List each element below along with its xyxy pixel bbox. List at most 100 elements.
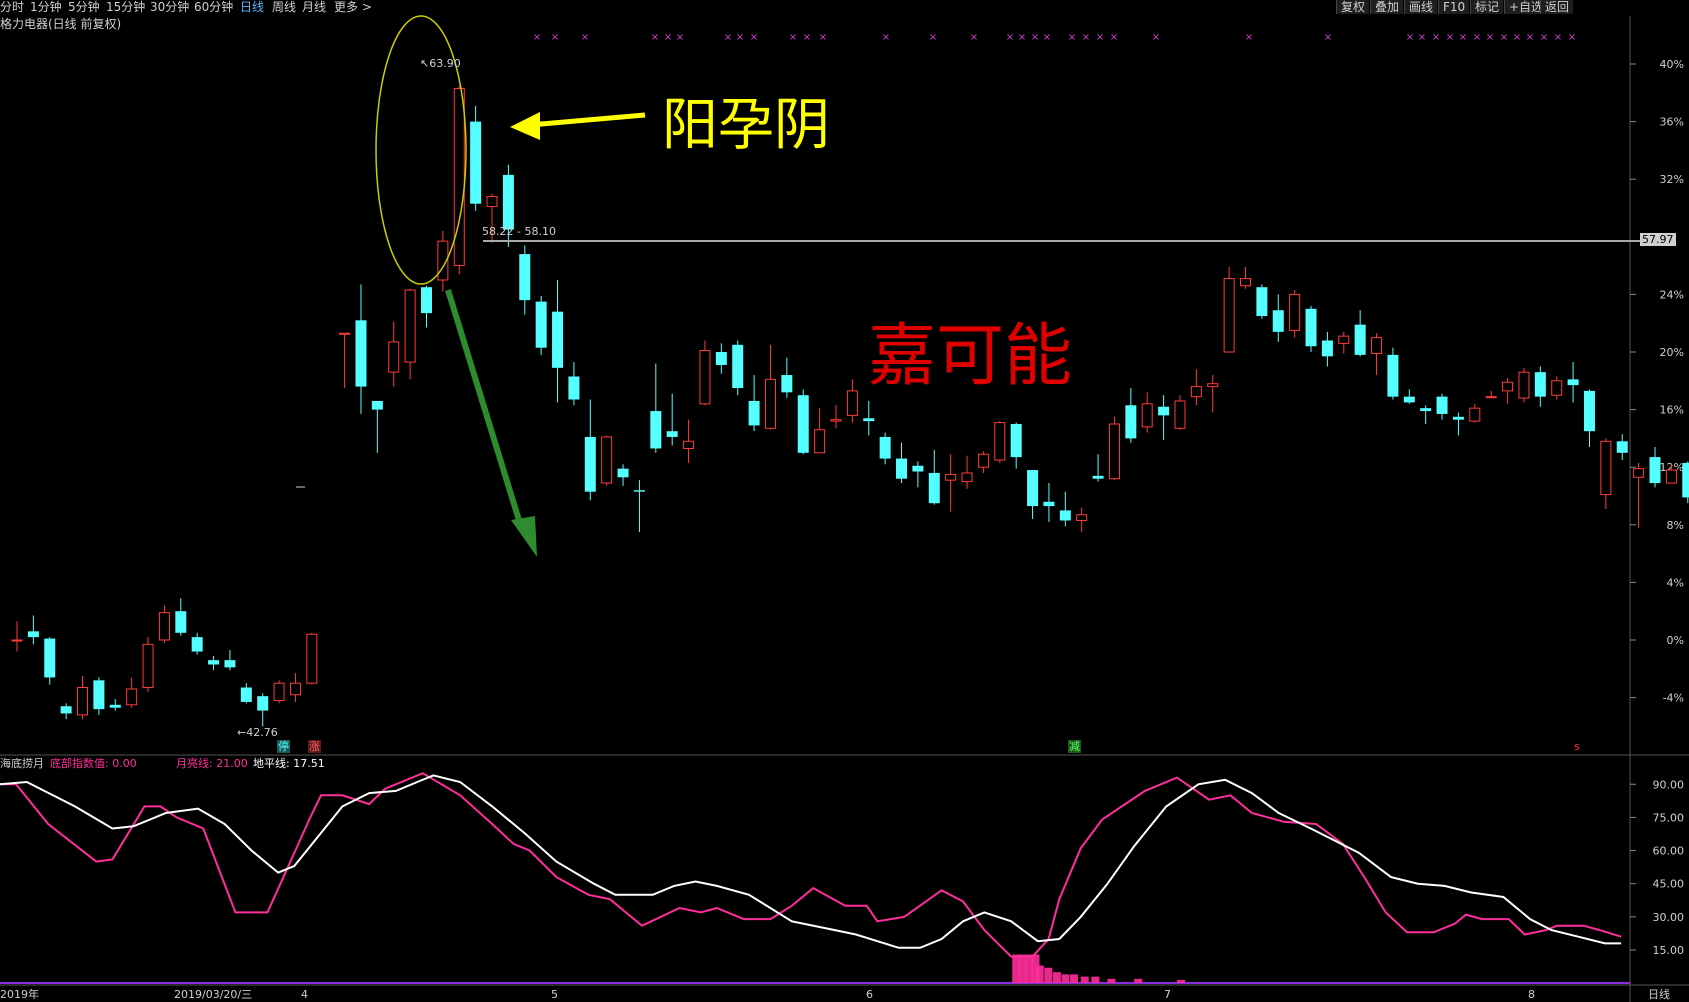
candle: [633, 480, 645, 532]
candle-body: [1272, 310, 1284, 332]
candle-body: [224, 660, 236, 668]
candle-body: [1469, 407, 1481, 422]
candle: [1534, 366, 1546, 407]
candle: [175, 598, 187, 636]
candle-body: [453, 87, 465, 267]
ground-line-series: [0, 774, 1622, 949]
signal-marker: ×: [803, 32, 811, 43]
candle-body: [208, 660, 220, 665]
candle: [519, 245, 531, 315]
candle-body: [273, 682, 285, 701]
x-label-jun: 6: [866, 988, 873, 1001]
candle: [470, 105, 482, 211]
candle: [27, 615, 39, 645]
candle: [1338, 331, 1350, 354]
candle: [1158, 395, 1170, 440]
osc-tick-label: 15.00: [1653, 944, 1685, 957]
signal-marker: ×: [676, 32, 684, 43]
y-tick-label: 24%: [1660, 288, 1684, 301]
osc-tick-label: 30.00: [1653, 911, 1685, 924]
candle: [601, 435, 613, 486]
candle-body: [1551, 380, 1563, 396]
signal-marker: ×: [929, 32, 937, 43]
candle-body: [1125, 405, 1137, 439]
candle-body: [650, 411, 662, 449]
candle: [1600, 438, 1612, 509]
candle: [224, 650, 236, 671]
yang-yun-yin-label: 阳孕阴: [662, 93, 830, 158]
jia-ke-neng-label: 嘉可能: [868, 317, 1073, 396]
candle-body: [896, 458, 908, 479]
candle-body: [1403, 396, 1415, 403]
signal-marker: ×: [1006, 32, 1014, 43]
candle-body: [1321, 340, 1333, 357]
moon-line-series: [0, 772, 1622, 958]
signal-marker: ×: [1486, 32, 1494, 43]
candle: [44, 637, 56, 685]
low-label: ←42.76: [237, 726, 278, 739]
x-label-may: 5: [551, 988, 558, 1001]
candle: [1207, 375, 1219, 413]
candle-body: [945, 473, 957, 481]
candle-body: [1338, 335, 1350, 344]
candle: [11, 621, 23, 652]
candle: [1452, 412, 1464, 436]
candle: [1633, 462, 1645, 528]
signal-marker: ×: [1110, 32, 1118, 43]
signal-marker: ×: [750, 32, 758, 43]
candle: [355, 284, 367, 414]
y-tick-label: -4%: [1663, 692, 1684, 705]
period-label: 日线: [1648, 988, 1670, 1001]
candle: [568, 362, 580, 406]
x-label-apr: 4: [301, 988, 308, 1001]
candle-body: [912, 465, 924, 472]
candle: [764, 344, 776, 430]
candle-body: [77, 687, 89, 716]
candle: [552, 280, 564, 403]
candle-body: [1452, 416, 1464, 420]
candle: [1321, 331, 1333, 367]
candle-body: [715, 352, 727, 365]
candle: [896, 442, 908, 484]
signal-marker: ×: [1540, 32, 1548, 43]
candle-body: [879, 436, 891, 459]
candle-body: [1223, 278, 1235, 353]
x-label-aug: 8: [1528, 988, 1535, 1001]
candle-body: [1174, 400, 1186, 429]
y-tick-label: 36%: [1660, 116, 1684, 129]
candle: [273, 680, 285, 704]
reduce-signal: 减: [1068, 740, 1081, 753]
signal-marker: ×: [1500, 32, 1508, 43]
x-label-date: 2019/03/20/三: [174, 988, 253, 1001]
green-arrow-shaft: [445, 289, 525, 531]
signal-marker: ×: [1068, 32, 1076, 43]
candle: [781, 357, 793, 399]
signal-marker: ×: [533, 32, 541, 43]
candle-body: [1043, 501, 1055, 507]
candle-body: [486, 195, 498, 208]
candle-body: [126, 688, 138, 706]
signal-marker: ×: [1096, 32, 1104, 43]
overlay-layer: [375, 15, 1640, 557]
signal-marker: ×: [1324, 32, 1332, 43]
candle-body: [764, 378, 776, 429]
signal-marker: ×: [664, 32, 672, 43]
candle-body: [846, 390, 858, 416]
yellow-arrow-head: [510, 112, 540, 140]
candle: [1223, 267, 1235, 353]
candles-layer: [11, 85, 1689, 727]
candle-body: [1567, 379, 1579, 386]
candle-body: [1010, 424, 1022, 458]
osc-tick-label: 75.00: [1653, 811, 1685, 824]
candle-body: [60, 706, 72, 714]
kline-chart[interactable]: 40%36%32%24%20%16%12%8%4%0%-4%××××××××××…: [0, 0, 1689, 1002]
candle-body: [1436, 396, 1448, 414]
candle: [1616, 434, 1628, 460]
candle: [388, 321, 400, 387]
indicator-name: 海底捞月: [0, 757, 44, 770]
candle-body: [421, 287, 432, 314]
candle-body: [928, 472, 940, 504]
signal-marker: ×: [789, 32, 797, 43]
candle-body: [1158, 406, 1170, 416]
candle: [77, 676, 89, 720]
